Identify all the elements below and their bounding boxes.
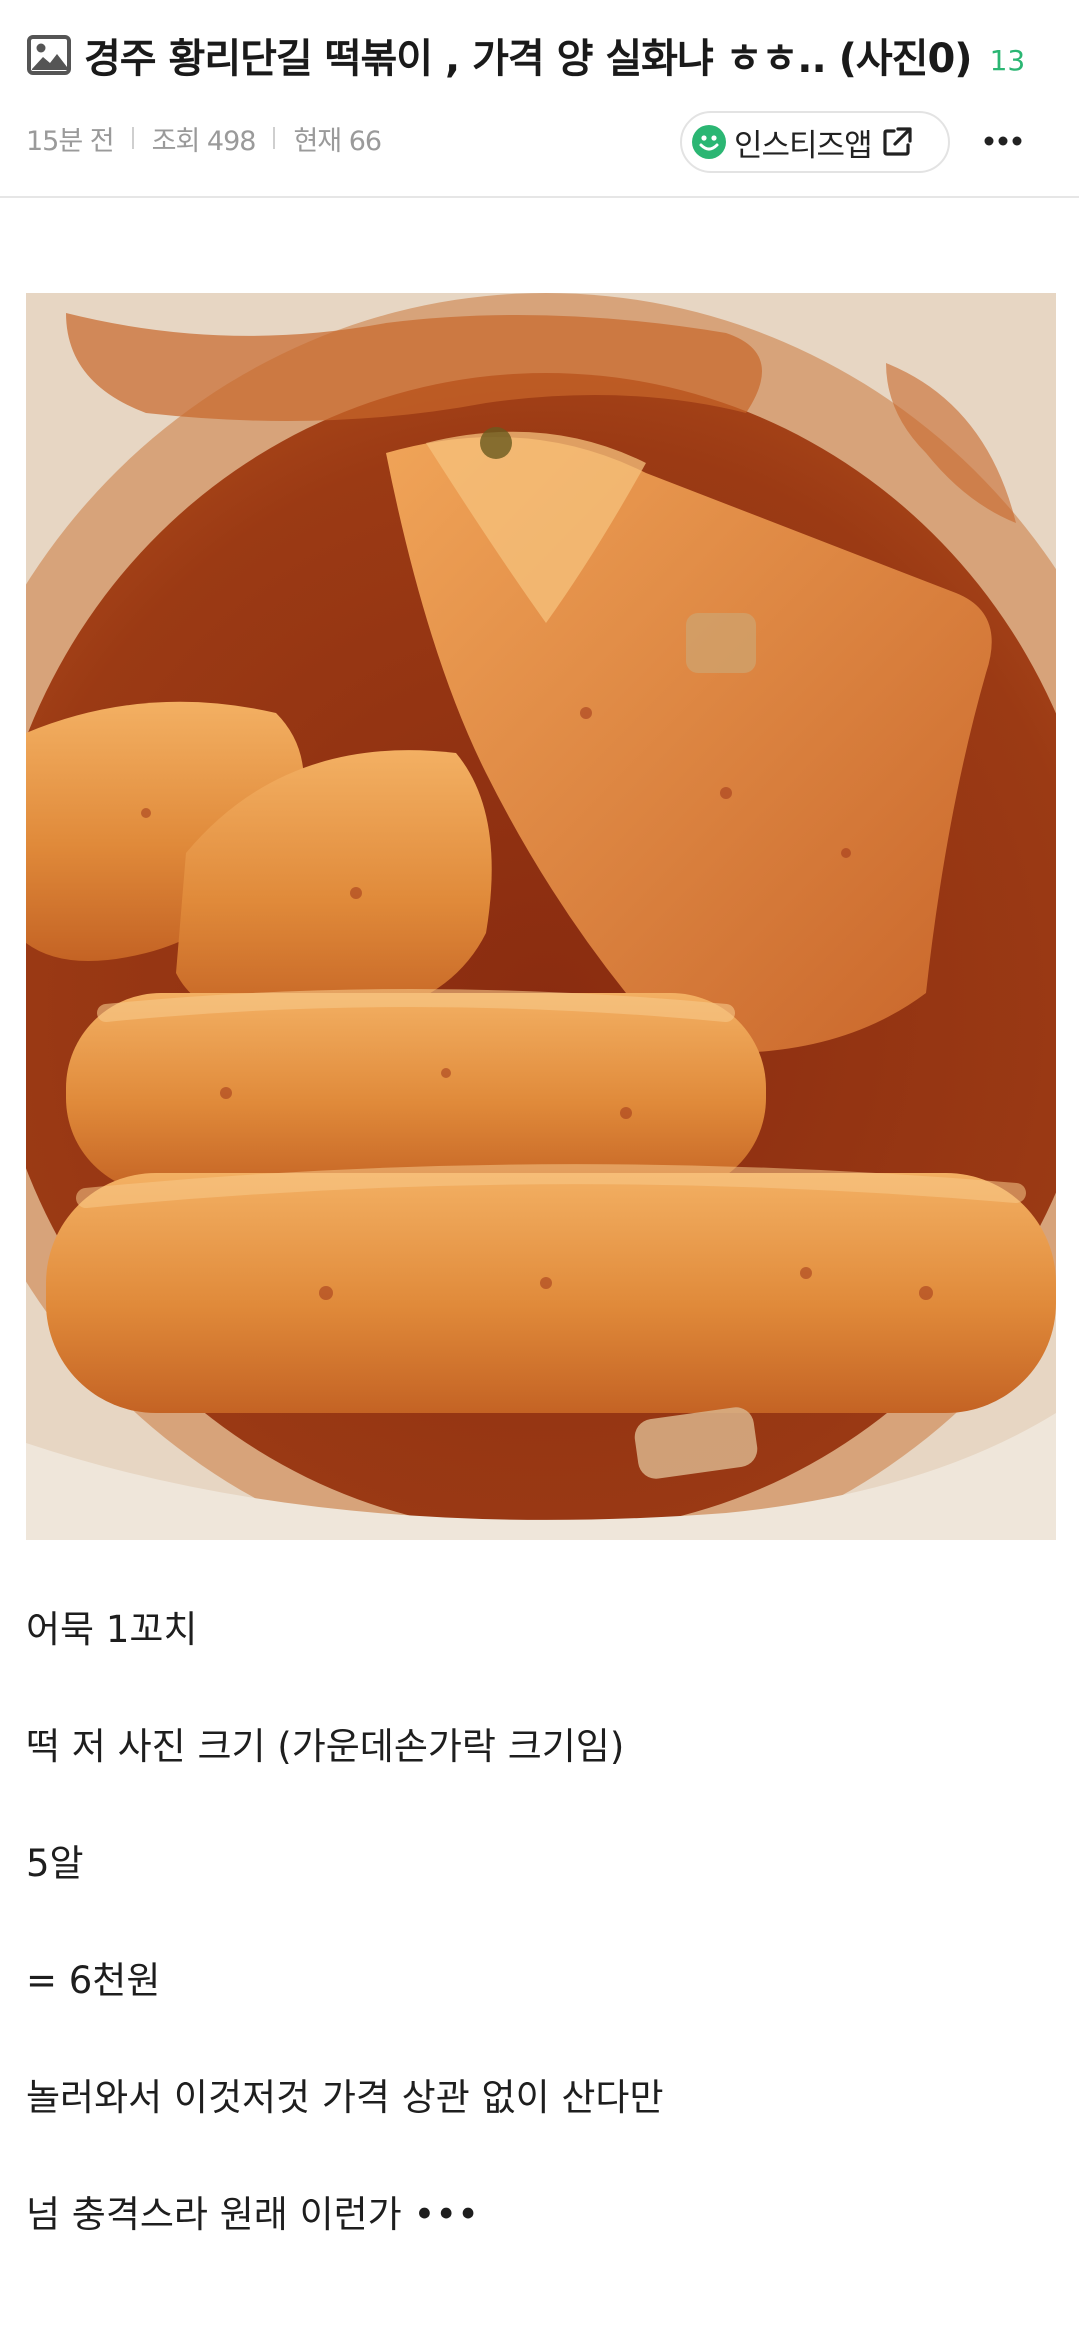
meta-divider — [131, 127, 134, 149]
post-photo[interactable] — [26, 293, 1056, 1540]
open-app-button[interactable]: 인스티즈앱 — [680, 111, 950, 173]
comment-count[interactable]: 13 — [990, 44, 1026, 77]
view-count: 조회 498 — [151, 125, 257, 157]
body-line: 놀러와서 이것저것 가격 상관 없이 산다만 — [26, 2076, 664, 2119]
post-title: 경주 황리단길 떡볶이 , 가격 양 실화냐 ㅎㅎ.. (사진0) — [84, 36, 973, 82]
tteokbokki-photo — [26, 293, 1056, 1540]
open-app-label: 인스티즈앱 — [734, 127, 873, 164]
post-meta: 15분 전 조회 498 현재 66 — [26, 116, 382, 160]
more-options-button[interactable] — [980, 118, 1026, 164]
body-line: 5알 — [26, 1842, 84, 1885]
external-link-icon — [883, 127, 912, 156]
current-viewers: 현재 66 — [293, 125, 382, 157]
meta-divider — [273, 127, 276, 149]
body-line: 어묵 1꼬치 — [26, 1608, 198, 1651]
smiley-icon — [692, 125, 726, 159]
body-line: 넘 충격스라 원래 이런가 ••• — [26, 2193, 479, 2236]
body-line: = 6천원 — [26, 1959, 161, 2002]
image-icon — [27, 35, 71, 75]
post-header: 경주 황리단길 떡볶이 , 가격 양 실화냐 ㅎㅎ.. (사진0) 13 15분… — [0, 0, 1079, 198]
post-body: 어묵 1꼬치 떡 저 사진 크기 (가운데손가락 크기임) 5알 = 6천원 놀… — [26, 1600, 1056, 2245]
body-line: 떡 저 사진 크기 (가운데손가락 크기임) — [26, 1725, 625, 1768]
post-time: 15분 전 — [26, 125, 115, 157]
title-row: 경주 황리단길 떡볶이 , 가격 양 실화냐 ㅎㅎ.. (사진0) 13 — [26, 22, 1069, 88]
more-dots-icon — [984, 136, 1022, 146]
